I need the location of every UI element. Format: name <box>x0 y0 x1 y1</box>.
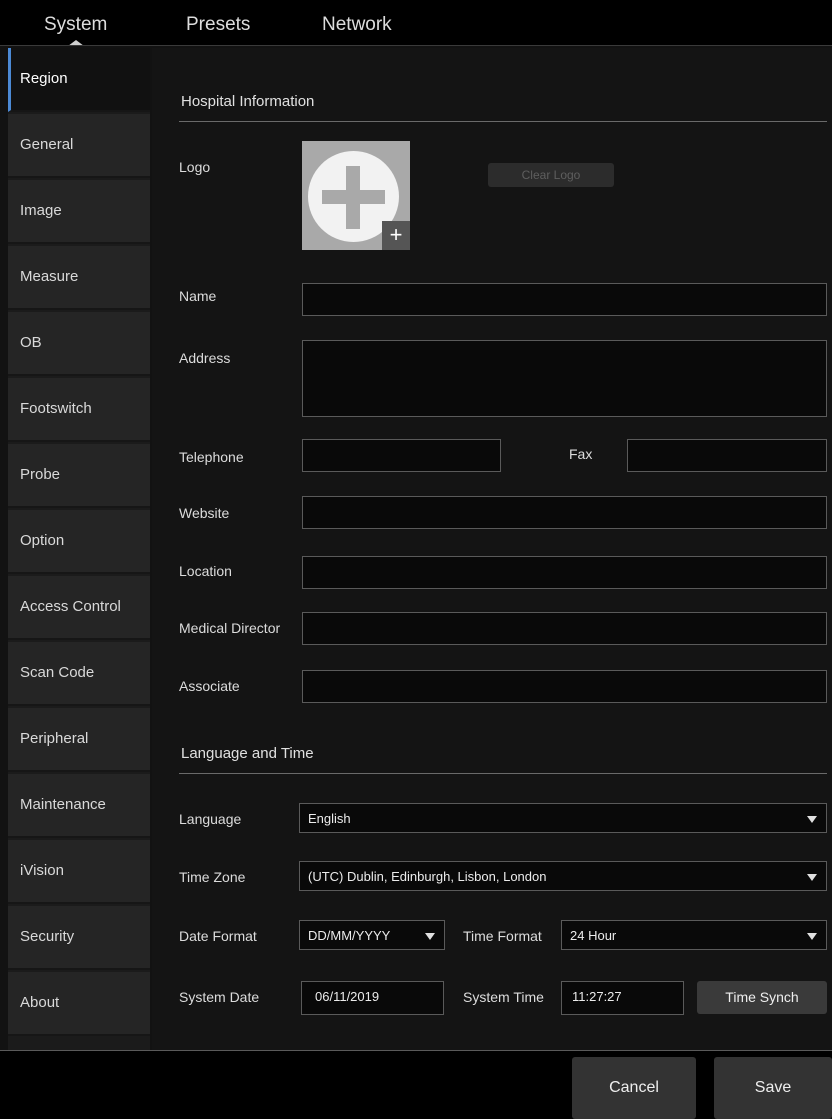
system-time-value: 11:27:27 <box>572 989 622 1004</box>
system-date-label: System Date <box>179 989 260 1005</box>
sidebar: Region General Image Measure OB Footswit… <box>8 48 150 1050</box>
tab-presets[interactable]: Presets <box>186 14 250 36</box>
sidebar-item-option[interactable]: Option <box>8 510 150 574</box>
sidebar-item-general[interactable]: General <box>8 114 150 178</box>
section-divider <box>179 773 827 774</box>
time-format-value: 24 Hour <box>570 928 617 943</box>
add-logo-icon[interactable]: + <box>382 221 410 250</box>
chevron-down-icon <box>425 933 435 940</box>
sidebar-item-security[interactable]: Security <box>8 906 150 970</box>
sidebar-item-label: Maintenance <box>20 796 106 813</box>
address-label: Address <box>179 350 231 366</box>
system-time-label: System Time <box>463 989 544 1005</box>
sidebar-item-label: iVision <box>20 862 64 879</box>
clear-logo-button[interactable]: Clear Logo <box>488 163 614 187</box>
fax-field[interactable] <box>627 439 827 472</box>
website-field[interactable] <box>302 496 827 529</box>
system-date-value: 06/11/2019 <box>315 989 380 1004</box>
date-format-label: Date Format <box>179 928 257 944</box>
website-label: Website <box>179 505 230 521</box>
time-zone-value: (UTC) Dublin, Edinburgh, Lisbon, London <box>308 869 547 884</box>
top-tab-bar: System Presets Network <box>0 0 832 46</box>
sidebar-item-label: OB <box>20 334 42 351</box>
logo-upload[interactable]: + <box>302 141 410 250</box>
time-zone-select[interactable]: (UTC) Dublin, Edinburgh, Lisbon, London <box>299 861 827 891</box>
section-divider <box>179 121 827 122</box>
time-format-select[interactable]: 24 Hour <box>561 920 827 950</box>
sidebar-item-label: Image <box>20 202 62 219</box>
sidebar-item-footswitch[interactable]: Footswitch <box>8 378 150 442</box>
sidebar-item-image[interactable]: Image <box>8 180 150 244</box>
sidebar-item-peripheral[interactable]: Peripheral <box>8 708 150 772</box>
sidebar-item-about[interactable]: About <box>8 972 150 1036</box>
sidebar-item-label: Access Control <box>20 598 121 615</box>
associate-label: Associate <box>179 678 240 694</box>
sidebar-item-label: Probe <box>20 466 61 483</box>
hospital-info-title: Hospital Information <box>181 93 315 110</box>
sidebar-item-label: Option <box>20 532 65 549</box>
sidebar-item-ivision[interactable]: iVision <box>8 840 150 904</box>
time-format-label: Time Format <box>463 928 542 944</box>
medical-director-label: Medical Director <box>179 620 281 636</box>
sidebar-item-label: About <box>20 994 60 1011</box>
cancel-button[interactable]: Cancel <box>572 1057 696 1119</box>
medical-director-field[interactable] <box>302 612 827 645</box>
sidebar-item-label: Peripheral <box>20 730 89 747</box>
tab-system[interactable]: System <box>44 14 107 36</box>
language-value: English <box>308 811 351 826</box>
language-time-title: Language and Time <box>181 745 314 762</box>
sidebar-item-probe[interactable]: Probe <box>8 444 150 508</box>
time-zone-label: Time Zone <box>179 869 246 885</box>
time-synch-button[interactable]: Time Synch <box>697 981 827 1014</box>
settings-panel <box>152 48 832 1050</box>
sidebar-item-label: Scan Code <box>20 664 95 681</box>
associate-field[interactable] <box>302 670 827 703</box>
sidebar-item-label: Security <box>20 928 75 945</box>
telephone-field[interactable] <box>302 439 501 472</box>
sidebar-item-region[interactable]: Region <box>8 48 150 112</box>
chevron-down-icon <box>807 874 817 881</box>
language-select[interactable]: English <box>299 803 827 833</box>
fax-label: Fax <box>569 446 593 462</box>
logo-label: Logo <box>179 159 211 175</box>
date-format-value: DD/MM/YYYY <box>308 928 391 943</box>
location-field[interactable] <box>302 556 827 589</box>
name-label: Name <box>179 288 217 304</box>
address-field[interactable] <box>302 340 827 417</box>
sidebar-item-label: Region <box>20 70 68 87</box>
date-format-select[interactable]: DD/MM/YYYY <box>299 920 445 950</box>
sidebar-item-label: General <box>20 136 74 153</box>
language-label: Language <box>179 811 242 827</box>
name-field[interactable] <box>302 283 827 316</box>
sidebar-item-access-control[interactable]: Access Control <box>8 576 150 640</box>
telephone-label: Telephone <box>179 449 244 465</box>
system-date-field[interactable]: 06/11/2019 <box>301 981 444 1015</box>
sidebar-item-label: Measure <box>20 268 79 285</box>
save-button[interactable]: Save <box>714 1057 832 1119</box>
chevron-down-icon <box>807 816 817 823</box>
location-label: Location <box>179 563 232 579</box>
tab-divider <box>0 45 832 46</box>
sidebar-item-measure[interactable]: Measure <box>8 246 150 310</box>
sidebar-item-label: Footswitch <box>20 400 92 417</box>
chevron-down-icon <box>807 933 817 940</box>
sidebar-item-ob[interactable]: OB <box>8 312 150 376</box>
sidebar-item-maintenance[interactable]: Maintenance <box>8 774 150 838</box>
footer-bar <box>0 1051 832 1119</box>
tab-network[interactable]: Network <box>322 14 392 36</box>
sidebar-item-scan-code[interactable]: Scan Code <box>8 642 150 706</box>
system-time-field[interactable]: 11:27:27 <box>561 981 684 1015</box>
